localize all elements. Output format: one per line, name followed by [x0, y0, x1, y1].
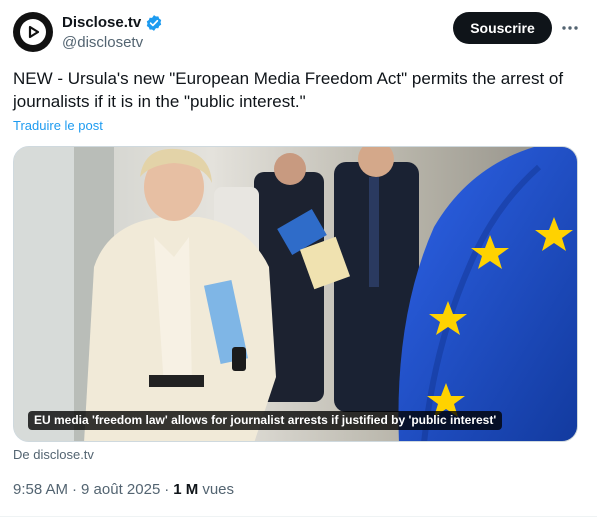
views-count: 1 M	[173, 481, 199, 498]
handle[interactable]: @disclosetv	[62, 33, 163, 53]
author-block: Disclose.tv @disclosetv	[62, 13, 163, 53]
more-horizontal-icon[interactable]	[558, 16, 582, 40]
post-meta: 9:58 AM · 9 août 2025 · 1 M vues	[13, 481, 234, 498]
media-photo	[14, 147, 577, 441]
post-text: NEW - Ursula's new "European Media Freed…	[13, 69, 564, 111]
post-header: Disclose.tv @disclosetv Souscrire	[13, 12, 584, 54]
separator-dot: ·	[72, 481, 78, 498]
verified-badge-icon[interactable]	[145, 14, 163, 32]
avatar[interactable]	[13, 12, 53, 52]
display-name[interactable]: Disclose.tv	[62, 13, 141, 33]
divider	[0, 516, 597, 517]
separator-dot: ·	[164, 481, 170, 498]
views-label: vues	[202, 481, 234, 498]
subscribe-button[interactable]: Souscrire	[453, 12, 552, 44]
translate-link[interactable]: Traduire le post	[13, 118, 103, 133]
media-source-link[interactable]: De disclose.tv	[13, 447, 94, 462]
post-date[interactable]: 9 août 2025	[81, 481, 160, 498]
post-time[interactable]: 9:58 AM	[13, 481, 68, 498]
play-logo-icon	[20, 19, 46, 45]
post-media[interactable]: EU media 'freedom law' allows for journa…	[13, 146, 578, 442]
media-caption: EU media 'freedom law' allows for journa…	[28, 411, 503, 430]
